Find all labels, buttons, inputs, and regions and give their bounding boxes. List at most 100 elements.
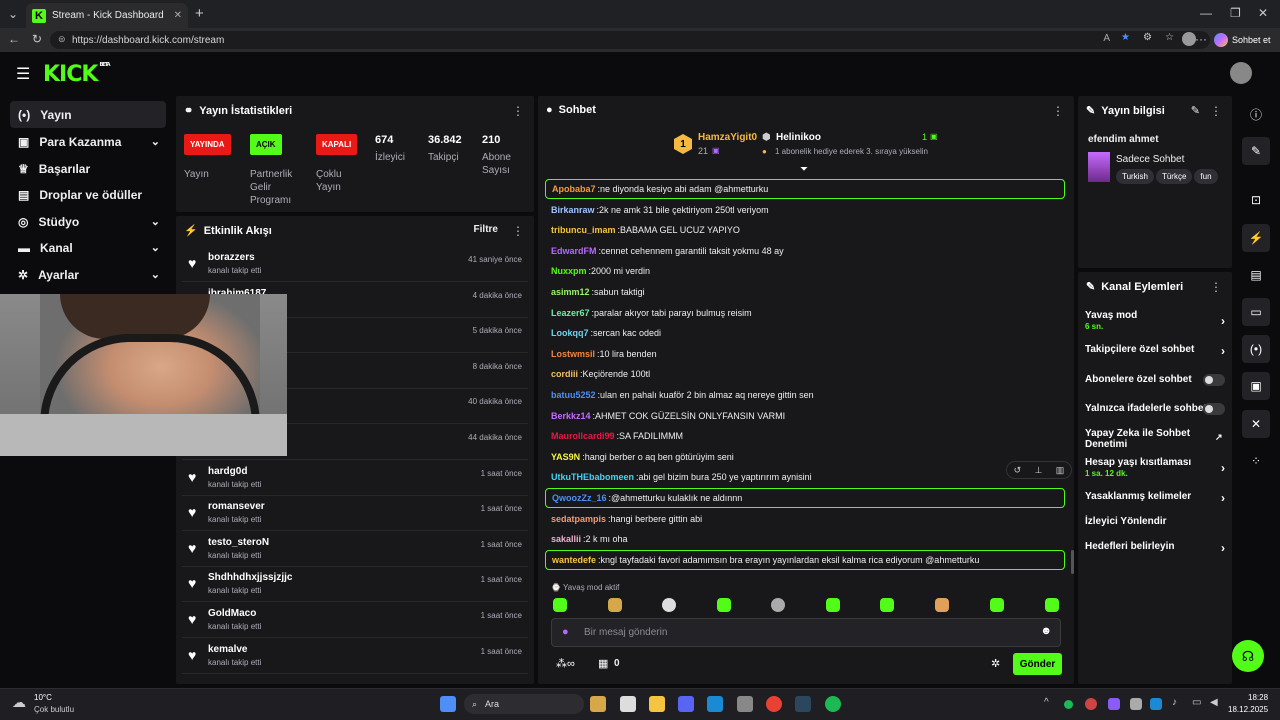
chat-input[interactable]: ● Bir mesaj gönderin ☻	[551, 618, 1061, 647]
emote-icon[interactable]	[608, 598, 622, 612]
network-icon[interactable]: ▭	[1192, 697, 1201, 708]
chat-username[interactable]: sedatpampis	[551, 514, 606, 524]
chat-username[interactable]: asimm12	[551, 287, 590, 297]
chat-message[interactable]: batuu5252: ulan en pahalı kuaför 2 bin a…	[545, 385, 1065, 405]
microphone-icon[interactable]: ♪	[1172, 697, 1177, 708]
activity-row[interactable]: ♥ borazzers kanalı takip etti 41 saniye önc…	[182, 246, 528, 282]
chat-message[interactable]: cordiii: Keçiörende 100tl	[545, 364, 1065, 384]
emote-icon[interactable]	[717, 598, 731, 612]
close-window-icon[interactable]: ✕	[1258, 6, 1268, 20]
chat-username[interactable]: tribuncu_imam	[551, 225, 616, 235]
copilot-chat-button[interactable]: Sohbet et	[1214, 30, 1276, 50]
volume-icon[interactable]: ◀	[1210, 697, 1218, 708]
help-support-icon[interactable]: ☊	[1232, 640, 1264, 672]
chat-message[interactable]: sedatpampis: hangi berbere gittin abi	[545, 509, 1065, 529]
chat-username[interactable]: sakallii	[551, 534, 581, 544]
chat-username[interactable]: Lookqq7	[551, 328, 589, 338]
activity-row[interactable]: ♥ romansever kanalı takip etti 1 saat önce	[182, 495, 528, 532]
back-icon[interactable]: ←	[8, 32, 20, 46]
chat-username[interactable]: Maurollcardi99	[551, 431, 615, 441]
chat-message[interactable]: UtkuTHEbabomeen: abi gel bizim bura 250 …	[545, 467, 1065, 487]
chat-message[interactable]: Nuxxpm: 2000 mi verdin	[545, 261, 1065, 281]
app-icon[interactable]	[590, 696, 606, 712]
chat-username[interactable]: wantedefe	[552, 555, 596, 565]
edge-icon[interactable]	[707, 696, 723, 712]
chat-message[interactable]: QwoozZz_16: @ahmetturku kulaklık ne aldı…	[545, 488, 1065, 508]
stats-menu-icon[interactable]: ⋮	[512, 104, 524, 118]
crop-icon[interactable]: ⊡	[1242, 186, 1270, 214]
streaminfo-menu-icon[interactable]: ⋮	[1210, 104, 1222, 118]
chat-message[interactable]: YAS9N: hangi berber o aq ben götürüyim s…	[545, 447, 1065, 467]
wrench-icon[interactable]: ✕	[1242, 410, 1270, 438]
chat-username[interactable]: Leazer67	[551, 308, 590, 318]
chat-message[interactable]: Apobaba7: ne diyonda kesiyo abi adam @ah…	[545, 179, 1065, 199]
activity-row[interactable]: ♥ GoldMaco kanalı takip etti 1 saat önce	[182, 602, 528, 638]
emote-icon[interactable]	[553, 598, 567, 612]
chat-username[interactable]: UtkuTHEbabomeen	[551, 472, 634, 482]
chat-username[interactable]: YAS9N	[551, 452, 580, 462]
emote-icon[interactable]	[880, 598, 894, 612]
chat-username[interactable]: Nuxxpm	[551, 266, 587, 276]
favorite-star-icon[interactable]: ★	[1121, 32, 1130, 43]
chat-username[interactable]: Berkkz14	[551, 411, 591, 421]
top-gifter-name[interactable]: HamzaYigit0	[698, 132, 757, 143]
spotify-icon[interactable]	[825, 696, 841, 712]
action-followers-only[interactable]: Takipçilere özel sohbet ›	[1085, 344, 1225, 358]
action-slow-mode[interactable]: Yavaş mod 6 sn. ›	[1085, 310, 1225, 332]
activity-menu-icon[interactable]: ⋮	[512, 224, 524, 238]
collapse-icon[interactable]: ⏷	[800, 164, 808, 175]
emote-icon[interactable]	[771, 598, 785, 612]
action-banned-words[interactable]: Yasaklanmış kelimeler ›	[1085, 491, 1225, 505]
tray-app-icon[interactable]	[1108, 698, 1120, 710]
read-aloud-icon[interactable]: A	[1103, 33, 1110, 44]
chat-scrollbar[interactable]	[1071, 550, 1074, 574]
chat-message[interactable]: sakallii: 2 k mı oha	[545, 529, 1065, 549]
emotes-only-toggle[interactable]	[1203, 403, 1225, 415]
microphone-icon[interactable]: ●	[562, 626, 569, 638]
sidebar-item-yayin[interactable]: (•) Yayın	[10, 101, 166, 128]
site-info-icon[interactable]: ⊜	[58, 34, 66, 45]
chrome-icon[interactable]	[766, 696, 782, 712]
tray-overflow-icon[interactable]: ^	[1044, 697, 1049, 708]
close-tab-icon[interactable]: ✕	[174, 10, 182, 21]
url-field[interactable]: ⊜ https://dashboard.kick.com/stream A ★ …	[50, 31, 1210, 49]
emoji-icon[interactable]: ☻	[1040, 625, 1052, 637]
send-button[interactable]: Gönder	[1013, 653, 1062, 675]
chat-username[interactable]: batuu5252	[551, 390, 596, 400]
collections-icon[interactable]: ☆	[1165, 32, 1174, 43]
steam-icon[interactable]	[795, 696, 811, 712]
chat-message[interactable]: EdwardFM: cennet cehennem garantili taks…	[545, 241, 1065, 261]
grid-icon[interactable]: ⁘	[1242, 447, 1270, 475]
emote-icon[interactable]	[1045, 598, 1059, 612]
extensions-icon[interactable]: ⚙	[1143, 32, 1152, 43]
points-icon[interactable]: ⁂∞	[556, 657, 575, 670]
tab-list-icon[interactable]: ⌄	[8, 7, 18, 21]
task-view-icon[interactable]	[620, 696, 636, 712]
weather-icon[interactable]: ☁	[12, 694, 26, 711]
chat-username[interactable]: Apobaba7	[552, 184, 596, 194]
second-gifter-name[interactable]: Helinikoo	[776, 132, 821, 143]
broadcast-icon[interactable]: (•)	[1242, 335, 1270, 363]
tray-app-icon[interactable]	[1085, 698, 1097, 710]
sidebar-item-studyo[interactable]: ◎ Stüdyo ⌄	[10, 208, 166, 235]
chat-bubble-icon[interactable]: ▭	[1242, 298, 1270, 326]
chat-message[interactable]: Maurollcardi99: SA FADILIMMM	[545, 426, 1065, 446]
sidebar-item-basarilar[interactable]: ♕ Başarılar	[10, 155, 166, 182]
chat-username[interactable]: EdwardFM	[551, 246, 597, 256]
lightning-icon[interactable]: ⚡	[1242, 224, 1270, 252]
chat-message[interactable]: asimm12: sabun taktigi	[545, 282, 1065, 302]
activity-row[interactable]: ♥ testo_steroN kanalı takip etti 1 saat önc…	[182, 531, 528, 567]
chat-message[interactable]: Leazer67: paralar akıyor tabi parayı bul…	[545, 303, 1065, 323]
chat-settings-icon[interactable]: ✲	[991, 657, 1000, 670]
user-avatar[interactable]	[1230, 62, 1252, 84]
chat-message[interactable]: Lookqq7: sercan kac odedi	[545, 323, 1065, 343]
chat-message[interactable]: Berkkz14: AHMET COK GÜZELSİN ONLYFANSIN …	[545, 406, 1065, 426]
taskbar-search[interactable]: ⌕ Ara	[464, 694, 584, 714]
info-icon[interactable]: ⓘ	[1242, 100, 1270, 128]
sidebar-item-kanal[interactable]: ▬ Kanal ⌄	[10, 234, 166, 261]
tray-app-icon[interactable]	[1130, 698, 1142, 710]
reply-icon[interactable]: ↺	[1014, 465, 1022, 476]
chat-username[interactable]: Birkanraw	[551, 205, 595, 215]
browser-tab[interactable]: K Stream - Kick Dashboard ✕	[26, 3, 188, 28]
action-host-viewers[interactable]: İzleyici Yönlendir	[1085, 516, 1225, 527]
